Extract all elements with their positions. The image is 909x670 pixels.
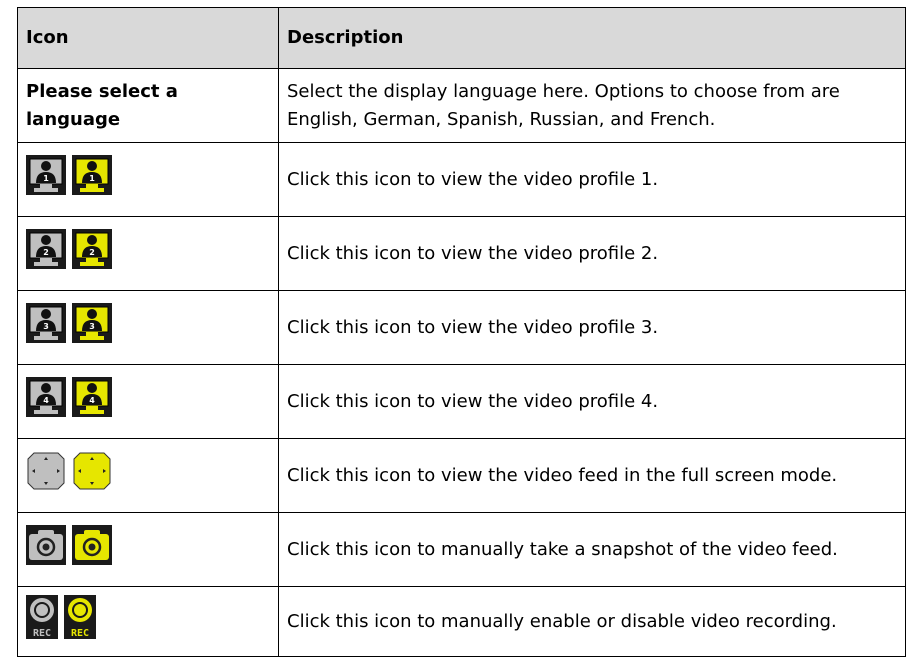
svg-text:3: 3 [89,322,95,331]
table-row: 1 1 Click this icon to view the video pr… [17,142,906,217]
video-profile-1-active-icon: 1 [72,155,112,195]
table-row: Please select a language Select the disp… [17,68,906,143]
table-row: 4 4 Click this icon to view the video pr… [17,364,906,439]
video-profile-4-active-icon: 4 [72,377,112,417]
video-profile-4-icon: 4 [26,377,66,417]
table-row: Click this icon to manually take a snaps… [17,512,906,587]
row-description: Click this icon to view the video profil… [278,216,906,291]
svg-text:4: 4 [89,396,95,405]
header-description: Description [278,7,906,69]
table-row: Click this icon to view the video feed i… [17,438,906,513]
table-row: 3 3 Click this icon to view the video pr… [17,290,906,365]
svg-text:3: 3 [43,322,49,331]
video-profile-3-icon: 3 [26,303,66,343]
row-description: Click this icon to view the video profil… [278,364,906,439]
record-active-icon: REC [64,595,96,639]
svg-text:4: 4 [43,396,49,405]
header-icon: Icon [17,7,279,69]
svg-text:REC: REC [71,628,89,639]
record-icon: REC [26,595,58,639]
snapshot-icon [26,525,66,565]
snapshot-active-icon [72,525,112,565]
video-profile-2-icon: 2 [26,229,66,269]
svg-text:REC: REC [33,628,51,639]
row-description: Click this icon to view the video profil… [278,142,906,217]
document-page: Icon Description Please select a languag… [0,0,909,670]
fullscreen-active-icon [72,451,112,491]
row-description: Click this icon to view the video feed i… [278,438,906,513]
svg-text:1: 1 [89,174,95,183]
svg-text:1: 1 [43,174,49,183]
table-row: REC REC Click this icon to manually enab… [17,586,906,657]
row-description: Select the display language here. Option… [278,68,906,143]
video-profile-2-active-icon: 2 [72,229,112,269]
icon-description-table: Icon Description Please select a languag… [17,7,906,657]
language-label: Please select a language [17,68,279,143]
svg-text:2: 2 [43,248,49,257]
row-description: Click this icon to view the video profil… [278,290,906,365]
svg-text:2: 2 [89,248,95,257]
table-header-row: Icon Description [17,7,906,69]
video-profile-3-active-icon: 3 [72,303,112,343]
fullscreen-icon [26,451,66,491]
row-description: Click this icon to manually take a snaps… [278,512,906,587]
row-description: Click this icon to manually enable or di… [278,586,906,657]
video-profile-1-icon: 1 [26,155,66,195]
table-row: 2 2 Click this icon to view the video pr… [17,216,906,291]
